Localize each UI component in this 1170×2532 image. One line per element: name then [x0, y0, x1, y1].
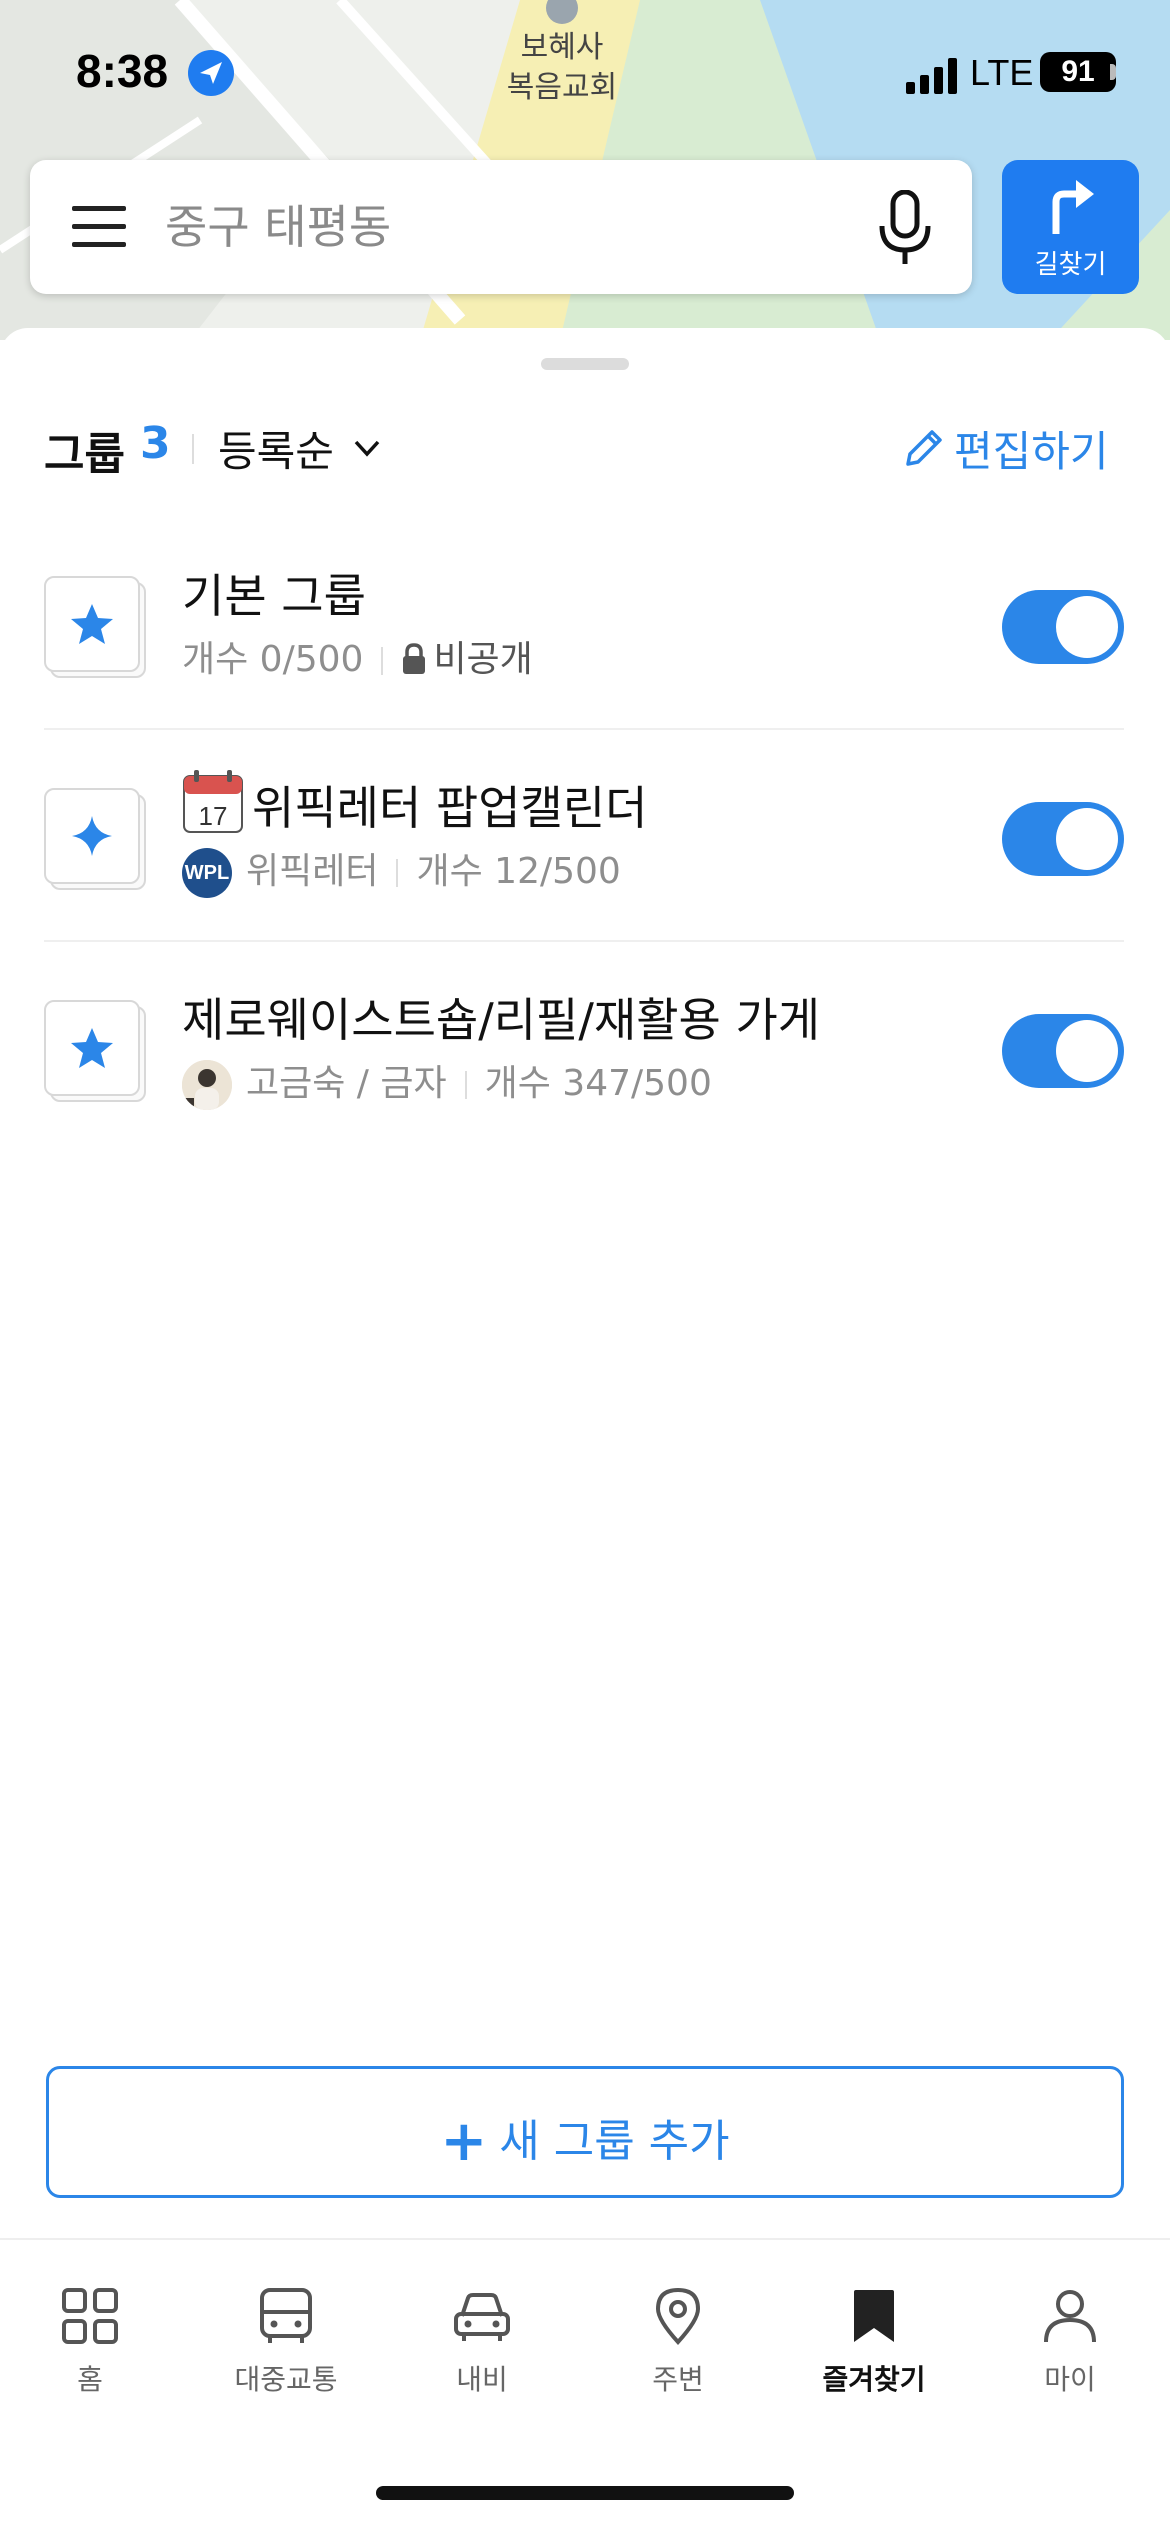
nav-nearby[interactable]: 주변	[588, 2286, 768, 2416]
bookmark-icon	[854, 2290, 894, 2342]
battery-indicator: 91	[1040, 52, 1116, 92]
nav-label: 대중교통	[234, 2363, 338, 2396]
person-icon	[1044, 2290, 1096, 2343]
nav-favorites[interactable]: 즐겨찾기	[784, 2286, 964, 2416]
owner-avatar	[182, 1060, 232, 1110]
nav-label: 마이	[1044, 2363, 1096, 2396]
group-count-label: 개수 0/500	[182, 639, 364, 680]
pencil-icon	[906, 430, 942, 466]
group-title: 위픽레터 팝업캘린더	[252, 781, 648, 835]
owner-avatar: WPL	[182, 848, 232, 898]
group-meta: 고금숙 / 금자 개수 347/500	[182, 1054, 712, 1110]
lock-icon	[403, 643, 426, 674]
group-visibility-toggle[interactable]	[1002, 802, 1124, 876]
group-thumbnail	[44, 576, 146, 678]
search-input[interactable]	[165, 190, 845, 264]
edit-button[interactable]: 편집하기	[902, 412, 1132, 482]
turn-right-arrow-icon	[1052, 180, 1094, 234]
nav-label: 주변	[652, 2363, 704, 2396]
location-pin-icon	[655, 2287, 701, 2345]
star-icon	[71, 1028, 113, 1068]
group-thumbnail	[44, 788, 146, 890]
group-title: 제로웨이스트숍/리필/재활용 가게	[182, 993, 821, 1047]
group-visibility-toggle[interactable]	[1002, 590, 1124, 664]
group-row-zerowaste[interactable]: 제로웨이스트숍/리필/재활용 가게 고금숙 / 금자 개수 347/500	[0, 942, 1170, 1154]
nav-home[interactable]: 홈	[0, 2286, 180, 2416]
car-icon	[454, 2293, 510, 2341]
group-visibility-toggle[interactable]	[1002, 1014, 1124, 1088]
svg-text:17: 17	[199, 801, 228, 831]
group-row-wepick[interactable]: 17 위픽레터 팝업캘린더 WPL 위픽레터 개수 12/500	[0, 730, 1170, 942]
route-button-label: 길찾기	[1034, 250, 1107, 280]
owner-name: 고금숙 / 금자	[246, 1063, 447, 1104]
nav-my[interactable]: 마이	[980, 2286, 1160, 2416]
location-arrow-icon	[188, 50, 234, 96]
home-indicator[interactable]	[376, 2486, 794, 2500]
edit-button-label: 편집하기	[954, 427, 1109, 476]
nav-label: 즐겨찾기	[822, 2363, 926, 2396]
sort-label: 등록순	[218, 427, 334, 476]
nav-label: 내비	[456, 2363, 508, 2396]
cellular-signal-icon	[906, 58, 957, 94]
grid-icon	[62, 2288, 118, 2344]
microphone-icon[interactable]	[870, 190, 940, 266]
group-count-label: 개수 347/500	[484, 1063, 712, 1104]
plus-icon: +	[440, 2109, 488, 2174]
group-meta: 개수 0/500 비공개	[182, 630, 533, 680]
nav-navigation[interactable]: 내비	[392, 2286, 572, 2416]
chevron-down-icon	[354, 440, 380, 457]
sparkle-icon	[72, 816, 112, 856]
group-count-label: 개수 12/500	[416, 851, 621, 892]
status-time: 8:38	[76, 45, 169, 97]
nav-transit[interactable]: 대중교통	[196, 2286, 376, 2416]
network-type: LTE	[970, 52, 1034, 93]
group-title: 기본 그룹	[182, 569, 366, 623]
add-group-button[interactable]: + 새 그룹 추가	[46, 2066, 1124, 2198]
calendar-emoji-icon: 17	[183, 770, 243, 833]
owner-name: 위픽레터	[246, 851, 379, 892]
hamburger-menu-icon[interactable]	[72, 204, 126, 250]
sheet-handle[interactable]	[541, 358, 629, 370]
favorites-sheet: 그룹 3 등록순 편집하기 기본 그룹 개수 0/500 비공개 17 위픽레터…	[0, 328, 1170, 2532]
sort-dropdown[interactable]: 등록순	[0, 412, 400, 482]
nav-label: 홈	[77, 2363, 103, 2396]
status-bar: 8:38 LTE 91	[0, 0, 1170, 150]
search-bar[interactable]	[30, 160, 972, 294]
add-group-label: 새 그룹 추가	[499, 2116, 730, 2167]
bus-icon	[260, 2288, 312, 2343]
group-header: 그룹 3 등록순 편집하기	[0, 412, 1170, 482]
star-icon	[71, 604, 113, 644]
group-row-basic[interactable]: 기본 그룹 개수 0/500 비공개	[0, 518, 1170, 730]
battery-tip	[1110, 64, 1116, 80]
group-meta: WPL 위픽레터 개수 12/500	[182, 842, 621, 898]
visibility-label: 비공개	[433, 639, 533, 680]
route-button[interactable]: 길찾기	[1002, 160, 1139, 294]
group-thumbnail	[44, 1000, 146, 1102]
